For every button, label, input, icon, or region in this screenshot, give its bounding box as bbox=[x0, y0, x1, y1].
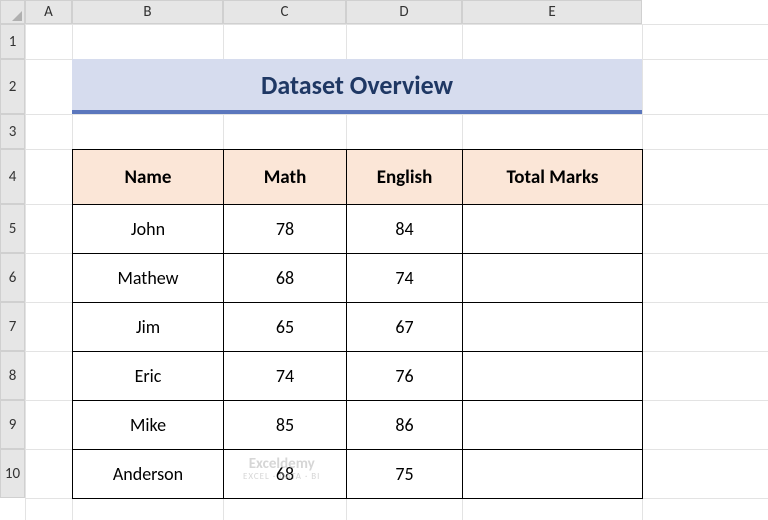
col-header-D[interactable]: D bbox=[346, 0, 462, 24]
table-row: John7884 bbox=[73, 205, 643, 254]
table-header[interactable]: Name bbox=[73, 150, 224, 205]
watermark-main: Exceldemy bbox=[249, 457, 315, 472]
table-row: Mathew6874 bbox=[73, 254, 643, 303]
cell[interactable]: 85 bbox=[224, 401, 347, 450]
cell-area[interactable]: Dataset Overview NameMathEnglishTotal Ma… bbox=[25, 24, 768, 520]
title-merged-cell[interactable]: Dataset Overview bbox=[72, 59, 642, 114]
select-all-icon bbox=[12, 11, 22, 21]
cell[interactable]: Eric bbox=[73, 352, 224, 401]
cell[interactable] bbox=[463, 303, 643, 352]
cell[interactable]: 78 bbox=[224, 205, 347, 254]
cell[interactable]: 67 bbox=[347, 303, 463, 352]
table-header[interactable]: Math bbox=[224, 150, 347, 205]
table-row: Mike8586 bbox=[73, 401, 643, 450]
table-row: Eric7476 bbox=[73, 352, 643, 401]
cell[interactable]: 68 bbox=[224, 254, 347, 303]
cell[interactable]: 65 bbox=[224, 303, 347, 352]
cell[interactable]: 75 bbox=[347, 450, 463, 499]
row-header-4[interactable]: 4 bbox=[0, 149, 25, 204]
cell[interactable] bbox=[463, 254, 643, 303]
table-header[interactable]: Total Marks bbox=[463, 150, 643, 205]
cell[interactable] bbox=[463, 450, 643, 499]
cell[interactable]: Mathew bbox=[73, 254, 224, 303]
row-header-6[interactable]: 6 bbox=[0, 253, 25, 302]
cell[interactable]: 86 bbox=[347, 401, 463, 450]
row-header-10[interactable]: 10 bbox=[0, 449, 25, 498]
col-header-E[interactable]: E bbox=[462, 0, 642, 24]
table-row: Anderson6875 bbox=[73, 450, 643, 499]
row-header-5[interactable]: 5 bbox=[0, 204, 25, 253]
row-header-9[interactable]: 9 bbox=[0, 400, 25, 449]
cell[interactable] bbox=[463, 352, 643, 401]
cell[interactable] bbox=[463, 205, 643, 254]
data-table: NameMathEnglishTotal MarksJohn7884Mathew… bbox=[72, 149, 643, 499]
select-all-corner[interactable] bbox=[0, 0, 25, 24]
cell[interactable] bbox=[463, 401, 643, 450]
table-row: Jim6567 bbox=[73, 303, 643, 352]
cell[interactable]: 76 bbox=[347, 352, 463, 401]
row-header-3[interactable]: 3 bbox=[0, 114, 25, 149]
cell[interactable]: 84 bbox=[347, 205, 463, 254]
title-text: Dataset Overview bbox=[261, 69, 453, 101]
cell[interactable]: 74 bbox=[347, 254, 463, 303]
table-header[interactable]: English bbox=[347, 150, 463, 205]
cell[interactable]: John bbox=[73, 205, 224, 254]
col-header-B[interactable]: B bbox=[72, 0, 223, 24]
watermark-sub: EXCEL · DATA · BI bbox=[243, 472, 320, 481]
row-header-2[interactable]: 2 bbox=[0, 59, 25, 114]
row-header-8[interactable]: 8 bbox=[0, 351, 25, 400]
col-header-C[interactable]: C bbox=[223, 0, 346, 24]
cell[interactable]: 74 bbox=[224, 352, 347, 401]
row-header-1[interactable]: 1 bbox=[0, 24, 25, 59]
col-header-A[interactable]: A bbox=[25, 0, 72, 24]
spreadsheet-area: ABCDE 12345678910 Dataset Overview NameM… bbox=[0, 0, 768, 520]
row-header-7[interactable]: 7 bbox=[0, 302, 25, 351]
watermark: Exceldemy EXCEL · DATA · BI bbox=[243, 457, 320, 481]
cell[interactable]: Jim bbox=[73, 303, 224, 352]
cell[interactable]: Anderson bbox=[73, 450, 224, 499]
cell[interactable]: Mike bbox=[73, 401, 224, 450]
